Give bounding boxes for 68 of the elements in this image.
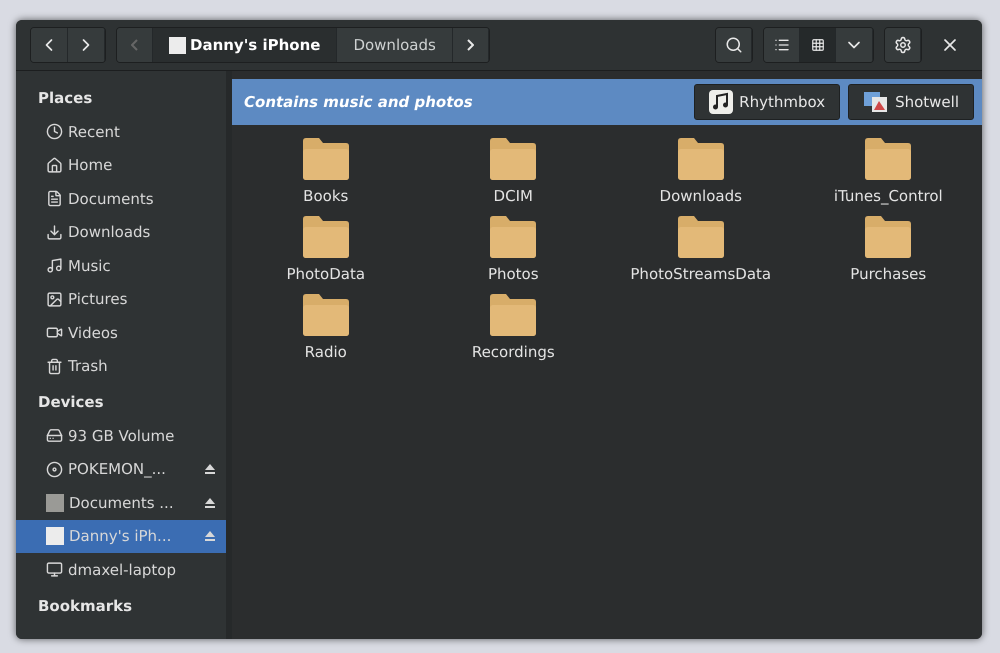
- section-title: Places: [37, 88, 94, 109]
- sidebar-item[interactable]: Pictures: [16, 282, 226, 316]
- chevron-right-icon: [466, 39, 474, 51]
- sidebar-item[interactable]: Downloads: [16, 216, 226, 249]
- folder-name[interactable]: Radio: [304, 343, 347, 361]
- search-button[interactable]: [716, 28, 752, 62]
- list-icon: [774, 37, 790, 53]
- search-icon: [724, 36, 742, 54]
- folder-name[interactable]: DCIM: [494, 187, 533, 205]
- folder-icon: [488, 137, 538, 181]
- info-text: Contains music and photos: [244, 93, 474, 111]
- sidebar-item[interactable]: Danny's iPh...: [16, 520, 226, 553]
- sidebar-item[interactable]: Trash: [16, 350, 226, 383]
- sidebar-item[interactable]: Home: [16, 148, 226, 182]
- grid-icon: [810, 38, 824, 52]
- folder-icon: [488, 293, 538, 337]
- phone-icon: [46, 527, 64, 546]
- picture-icon: [46, 290, 63, 308]
- eject-icon[interactable]: [204, 496, 216, 509]
- open-app-button[interactable]: Rhythmbox: [694, 84, 840, 120]
- back-button[interactable]: [31, 28, 68, 62]
- folder-name[interactable]: PhotoStreamsData: [630, 265, 772, 283]
- sidebar-item[interactable]: 93 GB Volume: [16, 419, 226, 452]
- sidebar-item[interactable]: Music: [16, 249, 226, 282]
- drive-icon: [46, 427, 63, 444]
- photos-icon: [863, 90, 890, 114]
- home-icon: [46, 156, 63, 174]
- trash-icon: [46, 358, 63, 375]
- clock-icon: [46, 123, 63, 140]
- open-app-button[interactable]: Shotwell: [848, 84, 974, 120]
- folder-icon: [676, 215, 726, 259]
- folder-name[interactable]: Books: [303, 187, 348, 205]
- grid-view-button[interactable]: [800, 28, 836, 62]
- path-button[interactable]: Danny's iPhone: [153, 28, 338, 62]
- folder-name[interactable]: Photos: [488, 265, 539, 283]
- folder-name[interactable]: PhotoData: [286, 265, 366, 283]
- phone-icon: [169, 36, 186, 54]
- document-icon: [46, 190, 63, 208]
- sidebar-item[interactable]: Recent: [16, 115, 226, 148]
- music-note-icon: [709, 90, 734, 114]
- folder-icon: [863, 137, 914, 181]
- chevron-left-icon: [131, 39, 138, 51]
- folder-icon: [863, 215, 914, 259]
- folder-icon: [300, 137, 351, 181]
- folder-name[interactable]: iTunes_Control: [834, 187, 943, 205]
- sidebar-item[interactable]: Documents ...: [16, 486, 226, 520]
- settings-button[interactable]: [885, 28, 921, 62]
- sidebar-item[interactable]: Videos: [16, 316, 226, 350]
- eject-icon[interactable]: [204, 463, 216, 476]
- monitor-icon: [46, 561, 63, 578]
- folder-name[interactable]: Recordings: [472, 343, 555, 361]
- folder-icon: [300, 215, 351, 259]
- download-icon: [46, 224, 63, 241]
- sidebar-item[interactable]: dmaxel-laptop: [16, 553, 226, 586]
- section-title: Bookmarks: [37, 596, 134, 616]
- music-note-icon: [46, 257, 63, 274]
- folder-name[interactable]: Downloads: [660, 187, 742, 205]
- settings-icon: [894, 36, 912, 54]
- folder-icon: [676, 137, 726, 181]
- sidebar-item[interactable]: Documents: [16, 182, 226, 216]
- volume-icon: [46, 494, 64, 512]
- folder-name[interactable]: Purchases: [850, 265, 926, 283]
- disc-icon: [46, 460, 63, 478]
- list-view-button[interactable]: [764, 28, 800, 62]
- folder-icon: [488, 215, 538, 259]
- folder-icon: [300, 293, 351, 337]
- section-title: Devices: [37, 392, 105, 413]
- sidebar-item[interactable]: POKEMON_...: [16, 452, 226, 486]
